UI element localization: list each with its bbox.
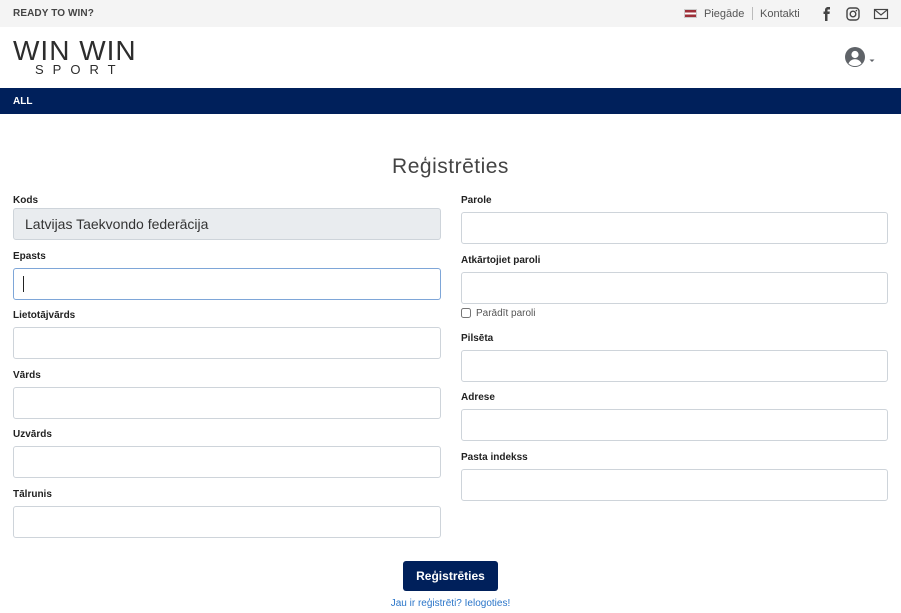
login-link[interactable]: Jau ir reģistrēti? Ielogoties! [0, 598, 901, 609]
postal-code-field[interactable] [461, 469, 888, 501]
page-title: Reģistrēties [392, 155, 509, 178]
first-name-field[interactable] [13, 387, 441, 419]
email-label: Epasts [13, 251, 46, 262]
show-password-checkbox[interactable] [461, 308, 471, 318]
phone-field[interactable] [13, 506, 441, 538]
show-password-label: Parādīt paroli [476, 308, 536, 319]
password-label: Parole [461, 195, 492, 206]
top-bar: READY TO WIN? Piegāde Kontakti [0, 0, 901, 27]
repeat-password-field[interactable] [461, 272, 888, 304]
win-win-sport-logo[interactable]: WIN WIN SPORT [13, 37, 153, 77]
address-label: Adrese [461, 392, 495, 403]
address-field[interactable] [461, 409, 888, 441]
password-field[interactable] [461, 212, 888, 244]
latvia-flag-icon [684, 9, 697, 18]
code-label: Kods [13, 195, 38, 206]
username-label: Lietotājvārds [13, 310, 76, 321]
postal-code-label: Pasta indekss [461, 452, 528, 463]
user-circle-icon[interactable] [845, 46, 877, 68]
facebook-icon[interactable] [819, 6, 835, 22]
main-nav: ALL [0, 88, 901, 114]
phone-label: Tālrunis [13, 489, 52, 500]
divider [752, 7, 753, 20]
code-field[interactable] [13, 208, 441, 240]
mail-icon[interactable] [873, 6, 889, 22]
delivery-link[interactable]: Piegāde [704, 8, 744, 20]
username-field[interactable] [13, 327, 441, 359]
email-field[interactable] [13, 268, 441, 300]
instagram-icon[interactable] [845, 6, 861, 22]
site-header: WIN WIN SPORT [0, 27, 901, 88]
city-label: Pilsēta [461, 333, 494, 344]
tagline: READY TO WIN? [13, 8, 94, 19]
email-field-wrapper [13, 268, 441, 300]
first-name-label: Vārds [13, 370, 41, 381]
repeat-password-label: Atkārtojiet paroli [461, 255, 541, 266]
register-button[interactable]: Reģistrēties [403, 561, 498, 591]
city-field[interactable] [461, 350, 888, 382]
last-name-label: Uzvārds [13, 429, 52, 440]
nav-item-all[interactable]: ALL [13, 96, 32, 107]
last-name-field[interactable] [13, 446, 441, 478]
contacts-link[interactable]: Kontakti [760, 8, 800, 20]
text-caret [23, 276, 24, 292]
